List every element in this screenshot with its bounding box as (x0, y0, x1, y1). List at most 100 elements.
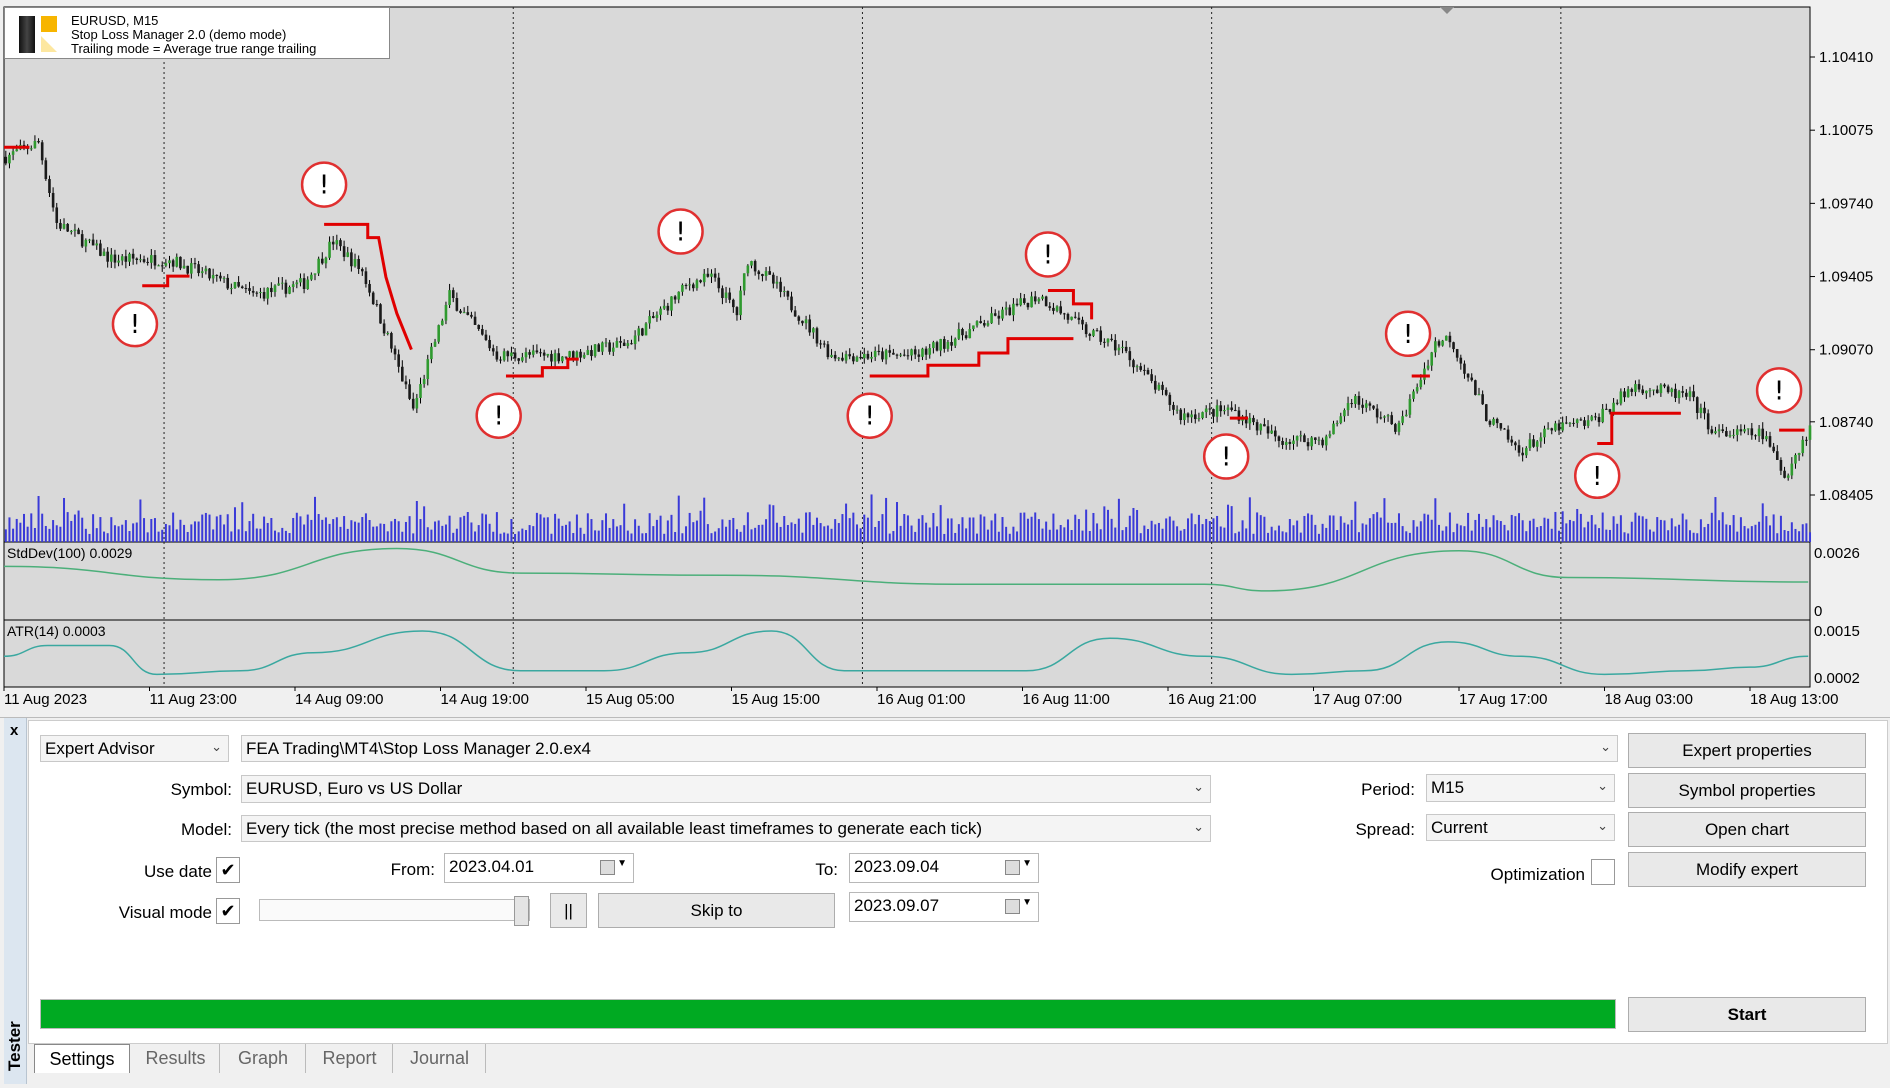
candle-bull (1346, 403, 1350, 411)
volume-bar (463, 515, 466, 542)
pause-button[interactable]: || (550, 893, 587, 928)
model-select[interactable]: Every tick (the most precise method base… (241, 815, 1211, 842)
volume-bar (1507, 530, 1510, 542)
candle-bear (1161, 384, 1164, 390)
candle-bull (230, 288, 233, 290)
calendar-icon[interactable] (600, 860, 615, 875)
tab-journal[interactable]: Journal (394, 1044, 486, 1073)
candle-bull (1543, 428, 1546, 438)
volume-bar (1769, 525, 1772, 542)
type-select[interactable]: Expert Advisor ⌄ (40, 735, 229, 762)
volume-bar (37, 496, 40, 542)
volume-bar (477, 525, 480, 542)
candle-bear (1775, 451, 1779, 460)
candle-bear (993, 313, 997, 316)
candle-bear (619, 341, 622, 343)
close-icon[interactable]: x (10, 722, 18, 739)
volume-bar (1397, 513, 1400, 542)
candle-bull (266, 287, 270, 299)
start-button[interactable]: Start (1628, 997, 1866, 1032)
symbol-select[interactable]: EURUSD, Euro vs US Dollar ⌄ (241, 775, 1211, 803)
volume-bar (1699, 519, 1702, 542)
optimization-checkbox[interactable] (1591, 859, 1615, 885)
candle-bull (1524, 448, 1528, 456)
candle-bear (1033, 296, 1037, 302)
model-value: Every tick (the most precise method base… (246, 819, 983, 838)
slider-thumb[interactable] (514, 896, 529, 926)
volume-bar (357, 522, 360, 542)
volume-bar (135, 522, 138, 542)
warning-marker-symbol: ! (1774, 376, 1784, 406)
skip-to-button[interactable]: Skip to (598, 893, 835, 928)
volume-bar (1688, 530, 1691, 542)
candle-bear (1608, 409, 1612, 413)
open-chart-button[interactable]: Open chart (1628, 812, 1866, 847)
from-date-input[interactable]: 2023.04.01 ▼ (444, 853, 634, 883)
candle-bull (95, 243, 99, 246)
volume-bar (903, 513, 906, 542)
spread-select[interactable]: Current ⌄ (1426, 814, 1615, 841)
ea-path-select[interactable]: FEA Trading\MT4\Stop Loss Manager 2.0.ex… (241, 735, 1618, 762)
volume-bar (201, 514, 204, 542)
calendar-icon[interactable] (1005, 899, 1020, 914)
volume-bar (1539, 526, 1542, 542)
modify-expert-button[interactable]: Modify expert (1628, 852, 1866, 887)
calendar-icon[interactable] (1005, 860, 1020, 875)
tab-graph[interactable]: Graph (221, 1044, 306, 1073)
volume-bar (1372, 514, 1375, 542)
candle-bull (1790, 463, 1794, 476)
volume-bar (1790, 522, 1793, 542)
expert-properties-button[interactable]: Expert properties (1628, 733, 1866, 768)
volume-bar (503, 532, 506, 542)
candle-bull (1419, 379, 1423, 388)
speed-slider[interactable] (259, 896, 530, 926)
volume-bar (583, 533, 586, 542)
candle-bear (833, 354, 837, 359)
candle-bear (735, 307, 739, 316)
volume-bar (437, 520, 440, 542)
from-date-value: 2023.04.01 (449, 857, 535, 876)
tab-report[interactable]: Report (307, 1044, 393, 1073)
candle-bear (1605, 408, 1608, 410)
volume-bar (1736, 531, 1739, 542)
volume-bar (1368, 518, 1371, 542)
visual-mode-checkbox[interactable]: ✔ (216, 898, 240, 924)
volume-bar (845, 503, 848, 542)
candle-bull (84, 239, 88, 247)
candle-bull (510, 352, 513, 357)
tab-results[interactable]: Results (132, 1044, 220, 1073)
candle-bull (746, 265, 750, 274)
candle-bull (335, 240, 339, 245)
candle-bear (757, 271, 761, 275)
symbol-properties-button[interactable]: Symbol properties (1628, 773, 1866, 808)
skip-to-date-input[interactable]: 2023.09.07 ▼ (849, 892, 1039, 922)
volume-bar (1237, 531, 1240, 542)
candle-bull (524, 352, 528, 358)
candle-bear (1452, 342, 1455, 350)
volume-bar (113, 525, 116, 542)
volume-bar (812, 524, 815, 542)
period-select[interactable]: M15 ⌄ (1426, 774, 1615, 802)
volume-bar (888, 533, 891, 542)
candle-bull (1135, 366, 1139, 368)
tab-settings[interactable]: Settings (34, 1044, 130, 1073)
to-date-input[interactable]: 2023.09.04 ▼ (849, 853, 1039, 883)
volume-bar (394, 518, 397, 542)
volume-bar (936, 526, 939, 542)
volume-bar (8, 517, 11, 542)
candle-bear (208, 268, 211, 279)
volume-bar (73, 514, 76, 542)
use-date-checkbox[interactable]: ✔ (216, 857, 240, 883)
candle-bull (1808, 425, 1812, 440)
volume-bar (55, 525, 58, 542)
candle-bear (924, 348, 928, 355)
volume-bar (1572, 521, 1575, 542)
candle-bear (1153, 380, 1157, 390)
ea-path-value: FEA Trading\MT4\Stop Loss Manager 2.0.ex… (246, 739, 591, 758)
volume-bar (1263, 516, 1266, 542)
candle-bull (1415, 387, 1419, 392)
candle-bear (135, 258, 139, 260)
price-chart[interactable]: 1.10410 1.10075 1.09740 1.09405 1.09070 1.087… (0, 0, 1890, 712)
candle-bull (110, 254, 113, 262)
candle-bear (1008, 307, 1012, 316)
